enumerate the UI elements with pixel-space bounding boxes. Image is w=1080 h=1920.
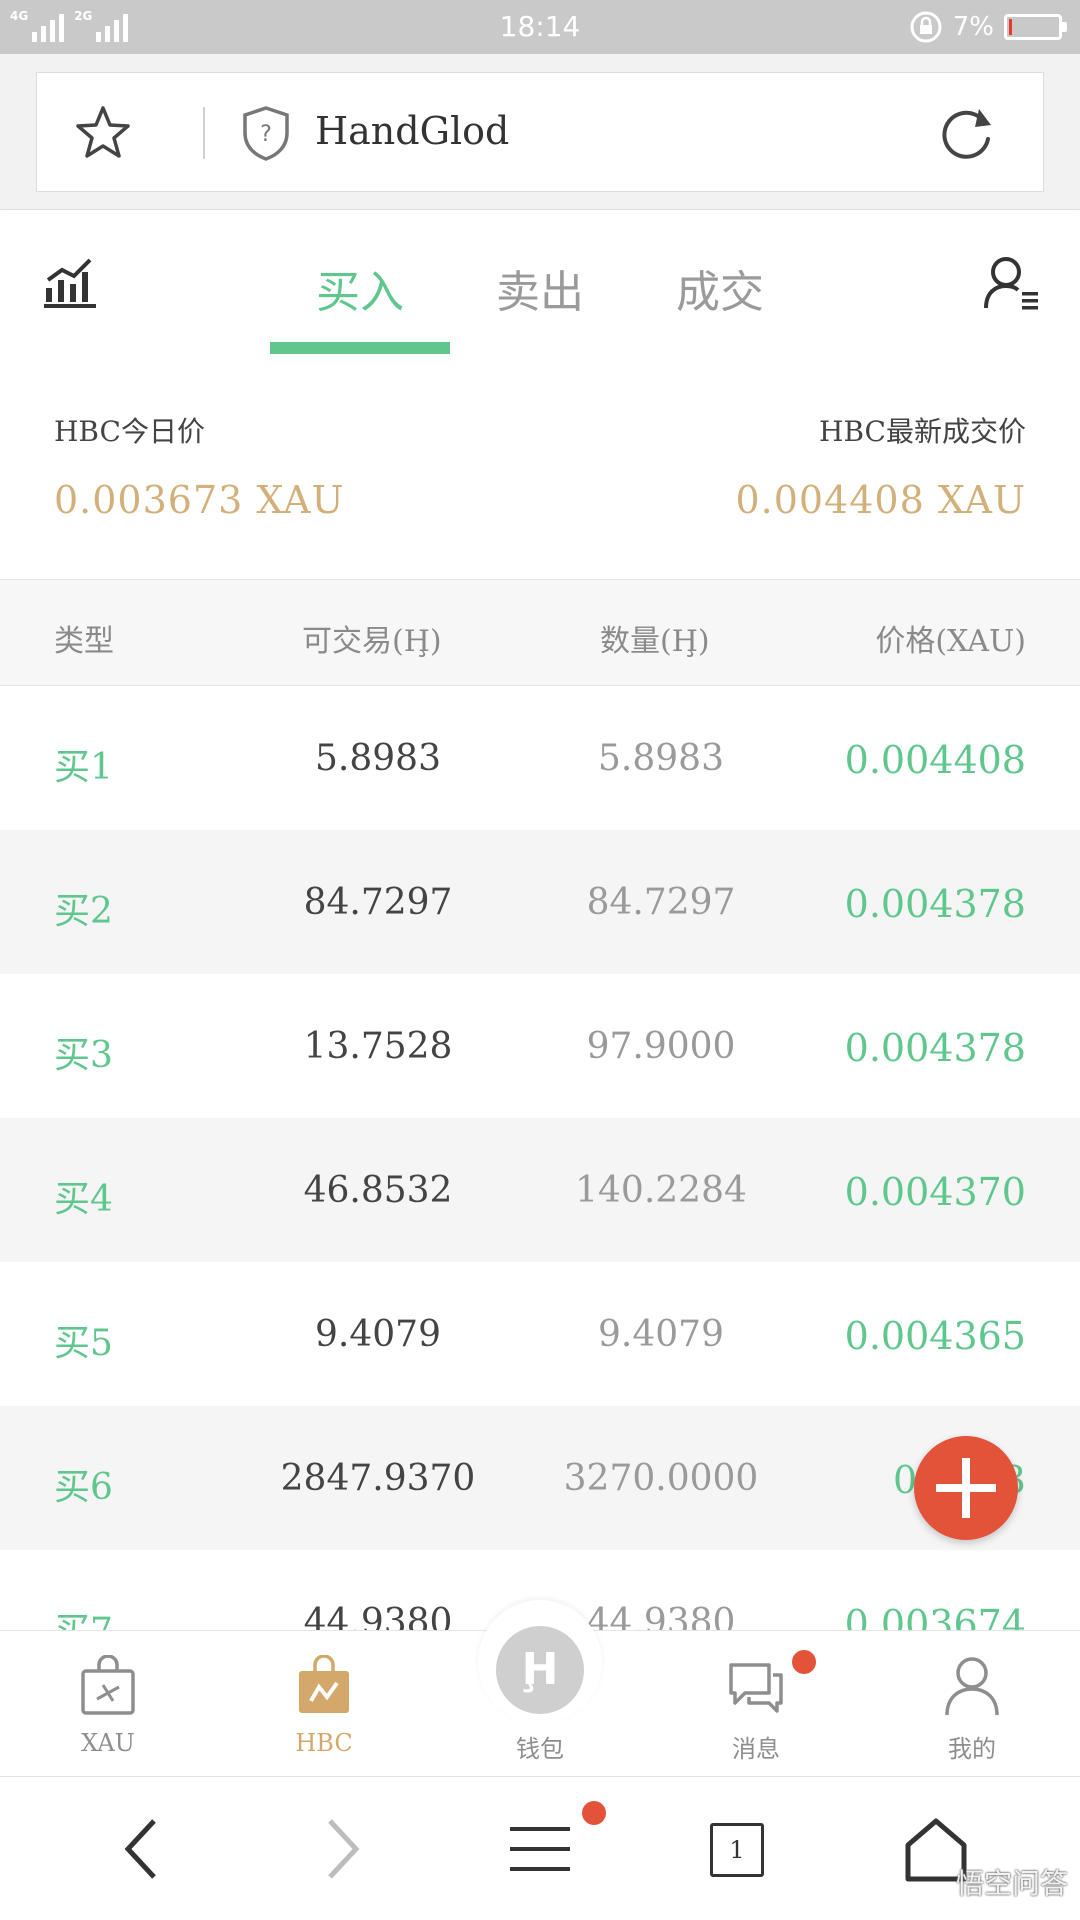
price-summary: HBC今日价 0.003673 XAU HBC最新成交价 0.004408 XA…: [0, 354, 1080, 580]
nav-item-messages[interactable]: 消息: [648, 1631, 864, 1777]
star-icon[interactable]: [73, 103, 133, 163]
row-available: 13.7528: [303, 1026, 453, 1067]
page-title[interactable]: HandGlod: [315, 109, 509, 153]
nav-label: XAU: [81, 1729, 135, 1757]
row-quantity: 9.4079: [598, 1314, 724, 1355]
row-price: 0.004408: [844, 738, 1026, 782]
table-row[interactable]: 买2 84.7297 84.7297 0.004378: [0, 830, 1080, 974]
menu-badge: [582, 1801, 606, 1825]
tabs-icon[interactable]: 1: [710, 1823, 764, 1877]
nav-item-xau[interactable]: XAU: [0, 1631, 216, 1777]
wallet-coin-icon[interactable]: Ḩ: [496, 1626, 584, 1714]
battery-percent: 7%: [952, 12, 994, 42]
battery-level: [1009, 19, 1012, 35]
browser-toolbar: 1: [0, 1776, 1080, 1920]
column-header-quantity: 数量(Ḩ): [600, 624, 710, 659]
tab-sell[interactable]: 卖出: [450, 256, 630, 320]
row-quantity: 97.9000: [586, 1026, 736, 1067]
nav-item-hbc[interactable]: HBC: [216, 1631, 432, 1777]
battery-icon: [1004, 14, 1067, 40]
divider: [203, 107, 205, 159]
row-quantity: 3270.0000: [563, 1458, 759, 1499]
row-price: 0.004370: [844, 1170, 1026, 1214]
person-icon: [945, 1657, 999, 1716]
tab-deals[interactable]: 成交: [630, 256, 810, 320]
row-price: 0.004365: [844, 1314, 1026, 1358]
trade-tab-bar: 买入 卖出 成交: [0, 210, 1080, 354]
chat-icon: [729, 1663, 783, 1713]
column-header-price: 价格(XAU): [875, 624, 1026, 659]
row-type: 买4: [54, 1179, 113, 1220]
table-row[interactable]: 买1 5.8983 5.8983 0.004408: [0, 686, 1080, 830]
latest-price-label: HBC最新成交价: [819, 415, 1026, 448]
bar-chart-icon[interactable]: [42, 254, 98, 310]
table-row[interactable]: 买4 46.8532 140.2284 0.004370: [0, 1118, 1080, 1262]
xau-bag-icon: [81, 1655, 135, 1715]
row-type: 买6: [54, 1467, 113, 1508]
menu-icon[interactable]: [504, 1813, 576, 1885]
svg-text:?: ?: [260, 122, 272, 147]
table-row[interactable]: 买3 13.7528 97.9000 0.004378: [0, 974, 1080, 1118]
row-type: 买1: [54, 747, 113, 788]
address-bar[interactable]: ? HandGlod: [36, 72, 1044, 192]
row-quantity: 84.7297: [586, 882, 736, 923]
row-available: 46.8532: [303, 1170, 453, 1211]
hbc-bag-icon: [299, 1655, 349, 1713]
latest-price-value: 0.004408 XAU: [735, 478, 1026, 522]
status-right: 7%: [909, 10, 1067, 44]
watermark: 悟空问答: [955, 1867, 1068, 1900]
nav-label: 钱包: [516, 1735, 564, 1763]
row-available: 9.4079: [315, 1314, 441, 1355]
reload-icon[interactable]: [935, 101, 997, 163]
status-bar: 4G 2G 18:14 7%: [0, 0, 1080, 54]
column-header-type: 类型: [54, 624, 114, 659]
order-table-header: 类型 可交易(Ḩ) 数量(Ḩ) 价格(XAU): [0, 580, 1080, 686]
row-available: 5.8983: [315, 738, 441, 779]
row-quantity: 5.8983: [598, 738, 724, 779]
notification-badge: [792, 1650, 816, 1674]
rotation-lock-icon: [910, 11, 942, 43]
table-row[interactable]: 买5 9.4079 9.4079 0.004365: [0, 1262, 1080, 1406]
row-quantity: 140.2284: [575, 1170, 747, 1211]
today-price-value: 0.003673 XAU: [54, 478, 345, 522]
add-order-button[interactable]: [914, 1436, 1018, 1540]
nav-label: 我的: [948, 1735, 996, 1763]
row-type: 买3: [54, 1035, 113, 1076]
tab-buy[interactable]: 买入: [270, 256, 450, 320]
row-price: 0.004378: [844, 882, 1026, 926]
column-header-available: 可交易(Ḩ): [302, 624, 442, 659]
row-type: 买5: [54, 1323, 113, 1364]
back-arrow-icon[interactable]: [108, 1813, 180, 1885]
row-available: 84.7297: [303, 882, 453, 923]
user-list-icon[interactable]: [982, 254, 1040, 312]
nav-label: 消息: [732, 1735, 780, 1763]
row-type: 买2: [54, 891, 113, 932]
row-available: 2847.9370: [280, 1458, 476, 1499]
active-tab-indicator: [270, 342, 450, 354]
shield-question-icon[interactable]: ?: [241, 105, 291, 161]
row-price: 0.004378: [844, 1026, 1026, 1070]
forward-arrow-icon[interactable]: [304, 1813, 376, 1885]
nav-label: HBC: [295, 1729, 353, 1757]
nav-item-me[interactable]: 我的: [864, 1631, 1080, 1777]
browser-address-area: ? HandGlod: [0, 54, 1080, 210]
today-price-label: HBC今日价: [54, 415, 205, 448]
